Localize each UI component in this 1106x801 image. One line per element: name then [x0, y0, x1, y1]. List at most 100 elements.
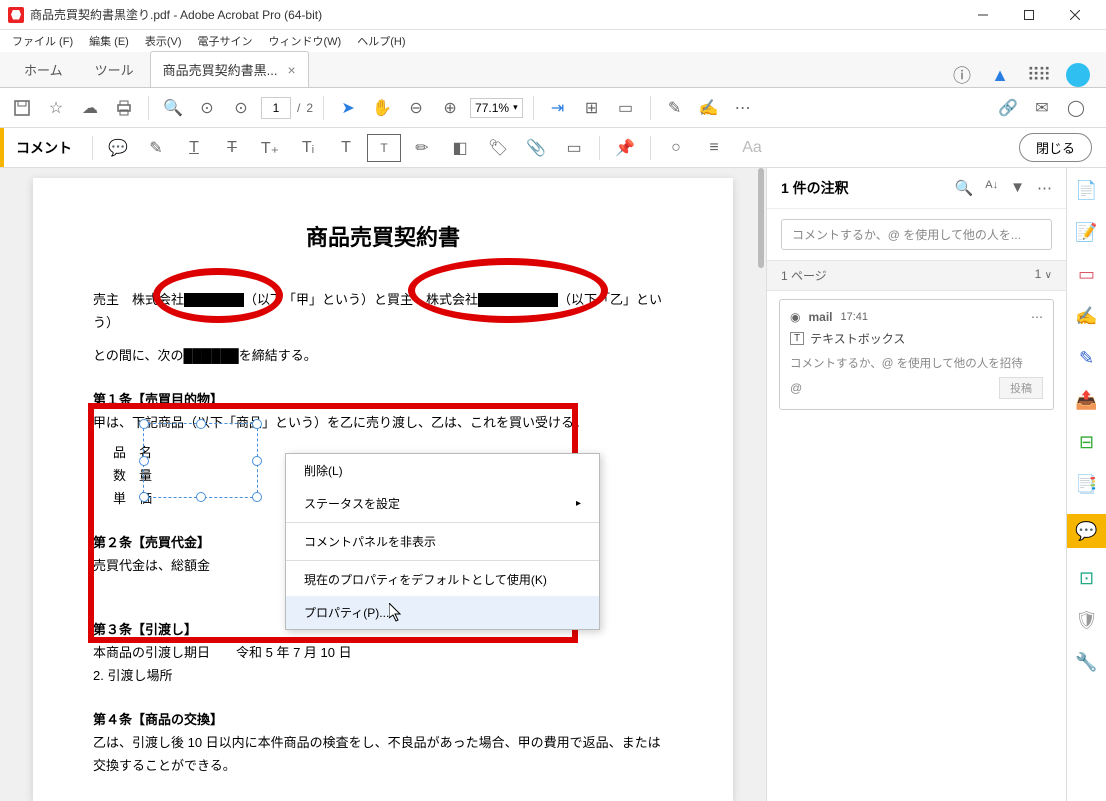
edit-icon[interactable]: ✎	[661, 94, 689, 122]
hand-icon[interactable]: ✋	[368, 94, 396, 122]
bell-icon[interactable]: ▲	[990, 65, 1010, 85]
doc-section4-body: 乙は、引渡し後 10 日以内に本件商品の検査をし、不良品があった場合、甲の費用で…	[93, 731, 673, 778]
attach-icon[interactable]: 📎	[519, 134, 553, 162]
more-options-icon[interactable]: ⋯	[1037, 179, 1052, 197]
reply-placeholder[interactable]: コメントするか、@ を使用して他の人を招待	[790, 355, 1043, 371]
user-avatar[interactable]	[1066, 63, 1090, 87]
resize-handle[interactable]	[196, 419, 206, 429]
link-icon[interactable]: 🔗	[994, 94, 1022, 122]
resize-handle[interactable]	[252, 492, 262, 502]
create-pdf-icon[interactable]: 📄	[1075, 178, 1099, 202]
zoom-out-icon[interactable]: ⊖	[402, 94, 430, 122]
protect-rail-icon[interactable]: 🛡	[1075, 608, 1099, 632]
compare-icon[interactable]: ⊟	[1075, 430, 1099, 454]
star-icon[interactable]: ☆	[42, 94, 70, 122]
highlight-icon[interactable]: ✎	[139, 134, 173, 162]
cloud-icon[interactable]: ☁	[76, 94, 104, 122]
filter-icon[interactable]: ▼	[1010, 179, 1025, 197]
tab-document[interactable]: 商品売買契約書黒... ×	[150, 51, 309, 87]
menu-view[interactable]: 表示(V)	[137, 33, 190, 49]
menu-file[interactable]: ファイル (F)	[4, 33, 81, 49]
resize-handle[interactable]	[139, 456, 149, 466]
fit-page-icon[interactable]: ⊞	[578, 94, 606, 122]
annotation-card[interactable]: ◉ mail 17:41 ⋯ T テキストボックス コメントするか、@ を使用し…	[779, 299, 1054, 410]
save-icon[interactable]	[8, 94, 36, 122]
sort-icon[interactable]: A↓	[985, 179, 998, 197]
scan-rail-icon[interactable]: ⊡	[1075, 566, 1099, 590]
close-comment-button[interactable]: 閉じる	[1019, 133, 1092, 162]
comment-input[interactable]: コメントするか、@ を使用して他の人を...	[781, 219, 1052, 250]
window-title: 商品売買契約書黒塗り.pdf - Adobe Acrobat Pro (64-b…	[30, 6, 322, 23]
apps-icon[interactable]: ⠿⠿	[1028, 65, 1048, 85]
sticky-note-icon[interactable]: 💬	[101, 134, 135, 162]
title-bar: 商品売買契約書黒塗り.pdf - Adobe Acrobat Pro (64-b…	[0, 0, 1106, 30]
tools-rail-icon[interactable]: 🔧	[1075, 650, 1099, 674]
annotation-menu-icon[interactable]: ⋯	[1031, 310, 1043, 324]
stamp-icon[interactable]: 🏷	[481, 134, 515, 162]
context-menu: 削除(L) ステータスを設定▸ コメントパネルを非表示 現在のプロパティをデフォ…	[285, 453, 600, 630]
help-icon[interactable]: ⓘ	[952, 65, 972, 85]
fit-width-icon[interactable]: ⇥	[544, 94, 572, 122]
combine-icon[interactable]: 📑	[1075, 472, 1099, 496]
read-mode-icon[interactable]: ▭	[612, 94, 640, 122]
sign-rail-icon[interactable]: ✍	[1075, 304, 1099, 328]
print-icon[interactable]	[110, 94, 138, 122]
shapes-icon[interactable]: ▭	[557, 134, 591, 162]
text-insert-icon[interactable]: Tᵢ	[291, 134, 325, 162]
zoom-select[interactable]: 77.1% ▾	[470, 98, 523, 118]
redact-rail-icon[interactable]: ✎	[1075, 346, 1099, 370]
page-up-icon[interactable]: ⊙	[193, 94, 221, 122]
line-icon[interactable]: ≡	[697, 134, 731, 162]
comment-page-header[interactable]: 1 ページ 1 ∨	[767, 260, 1066, 291]
sign-icon[interactable]: ✍	[695, 94, 723, 122]
resize-handle[interactable]	[139, 492, 149, 502]
resize-handle[interactable]	[196, 492, 206, 502]
minimize-button[interactable]	[960, 0, 1006, 30]
tab-home[interactable]: ホーム	[8, 52, 79, 87]
tab-tools[interactable]: ツール	[79, 52, 150, 87]
post-button[interactable]: 投稿	[999, 377, 1043, 399]
context-status[interactable]: ステータスを設定▸	[286, 487, 599, 520]
text-icon[interactable]: T	[329, 134, 363, 162]
page-down-icon[interactable]: ⊙	[227, 94, 255, 122]
pin-icon[interactable]: 📌	[608, 134, 642, 162]
comment-rail-icon[interactable]: 💬	[1067, 514, 1106, 548]
menu-esign[interactable]: 電子サイン	[190, 33, 261, 49]
eraser-icon[interactable]: ◧	[443, 134, 477, 162]
page-number-input[interactable]	[261, 97, 291, 119]
mail-icon[interactable]: ✉	[1028, 94, 1056, 122]
context-hide-panel[interactable]: コメントパネルを非表示	[286, 525, 599, 558]
scrollbar-thumb[interactable]	[758, 168, 764, 268]
more-icon[interactable]: ⋯	[729, 94, 757, 122]
text-replace-icon[interactable]: T₊	[253, 134, 287, 162]
maximize-button[interactable]	[1006, 0, 1052, 30]
resize-handle[interactable]	[252, 456, 262, 466]
profile-icon[interactable]: ◯	[1062, 94, 1090, 122]
zoom-in-icon[interactable]: ⊕	[436, 94, 464, 122]
author-icon: ◉	[790, 310, 800, 324]
edit-pdf-icon[interactable]: 📝	[1075, 220, 1099, 244]
menu-window[interactable]: ウィンドウ(W)	[261, 33, 350, 49]
menu-edit[interactable]: 編集 (E)	[81, 33, 137, 49]
search-comments-icon[interactable]: 🔍	[955, 179, 974, 197]
close-window-button[interactable]	[1052, 0, 1098, 30]
resize-handle[interactable]	[139, 419, 149, 429]
resize-handle[interactable]	[252, 419, 262, 429]
search-icon[interactable]: 🔍	[159, 94, 187, 122]
textbox-icon[interactable]: T	[367, 134, 401, 162]
page-separator: /	[297, 101, 300, 115]
export-rail-icon[interactable]: 📤	[1075, 388, 1099, 412]
color-icon[interactable]: ○	[659, 134, 693, 162]
strikethrough-icon[interactable]: T	[215, 134, 249, 162]
selection-box[interactable]	[143, 423, 258, 498]
pointer-icon[interactable]: ➤	[334, 94, 362, 122]
tab-close-icon[interactable]: ×	[287, 62, 295, 78]
font-icon[interactable]: Aa	[735, 134, 769, 162]
organize-icon[interactable]: ▭	[1075, 262, 1099, 286]
pencil-icon[interactable]: ✏	[405, 134, 439, 162]
context-delete[interactable]: 削除(L)	[286, 454, 599, 487]
underline-icon[interactable]: T	[177, 134, 211, 162]
context-properties[interactable]: プロパティ(P)...	[286, 596, 599, 629]
menu-help[interactable]: ヘルプ(H)	[349, 33, 413, 49]
context-default-prop[interactable]: 現在のプロパティをデフォルトとして使用(K)	[286, 563, 599, 596]
